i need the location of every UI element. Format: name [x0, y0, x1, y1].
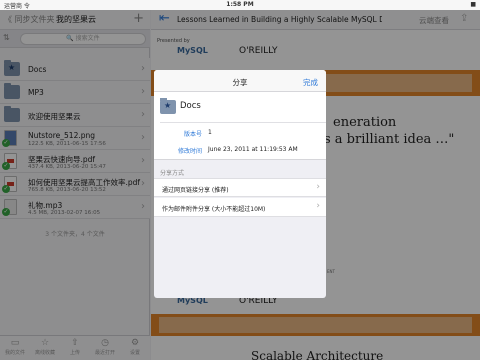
- popover-title: 分享: [232, 78, 248, 87]
- divider: [160, 122, 326, 123]
- chevron-right-icon: ›: [316, 182, 320, 192]
- starred-folder-icon: ★: [160, 98, 176, 114]
- done-button[interactable]: 完成: [303, 77, 318, 88]
- shared-item-name: Docs: [180, 101, 201, 111]
- status-time: 1:58 PM: [226, 1, 254, 8]
- option-label: 通过网页链接分享 (推荐): [162, 187, 229, 194]
- version-value: 1: [208, 129, 212, 136]
- modified-value: June 23, 2011 at 11:19:53 AM: [208, 146, 298, 153]
- share-via-link-option[interactable]: 通过网页链接分享 (推荐) ›: [154, 178, 326, 197]
- option-label: 作为邮件附件分享 (大小不能超过10M): [162, 206, 266, 213]
- battery-icon: ■: [470, 1, 476, 8]
- share-method-section-label: 分享方式: [160, 170, 185, 177]
- modified-label: 修改时间: [177, 148, 202, 155]
- shared-item-info: ★ Docs 版本号 1 修改时间 June 23, 2011 at 11:19…: [154, 92, 326, 160]
- share-popover: 分享 完成 ★ Docs 版本号 1 修改时间 June 23, 2011 at…: [154, 70, 326, 298]
- version-label: 版本号: [183, 131, 202, 138]
- status-bar: 运营商 令 1:58 PM ■: [0, 0, 480, 10]
- popover-header: 分享 完成: [154, 70, 326, 92]
- chevron-right-icon: ›: [316, 201, 320, 211]
- share-as-attachment-option[interactable]: 作为邮件附件分享 (大小不能超过10M) ›: [154, 198, 326, 217]
